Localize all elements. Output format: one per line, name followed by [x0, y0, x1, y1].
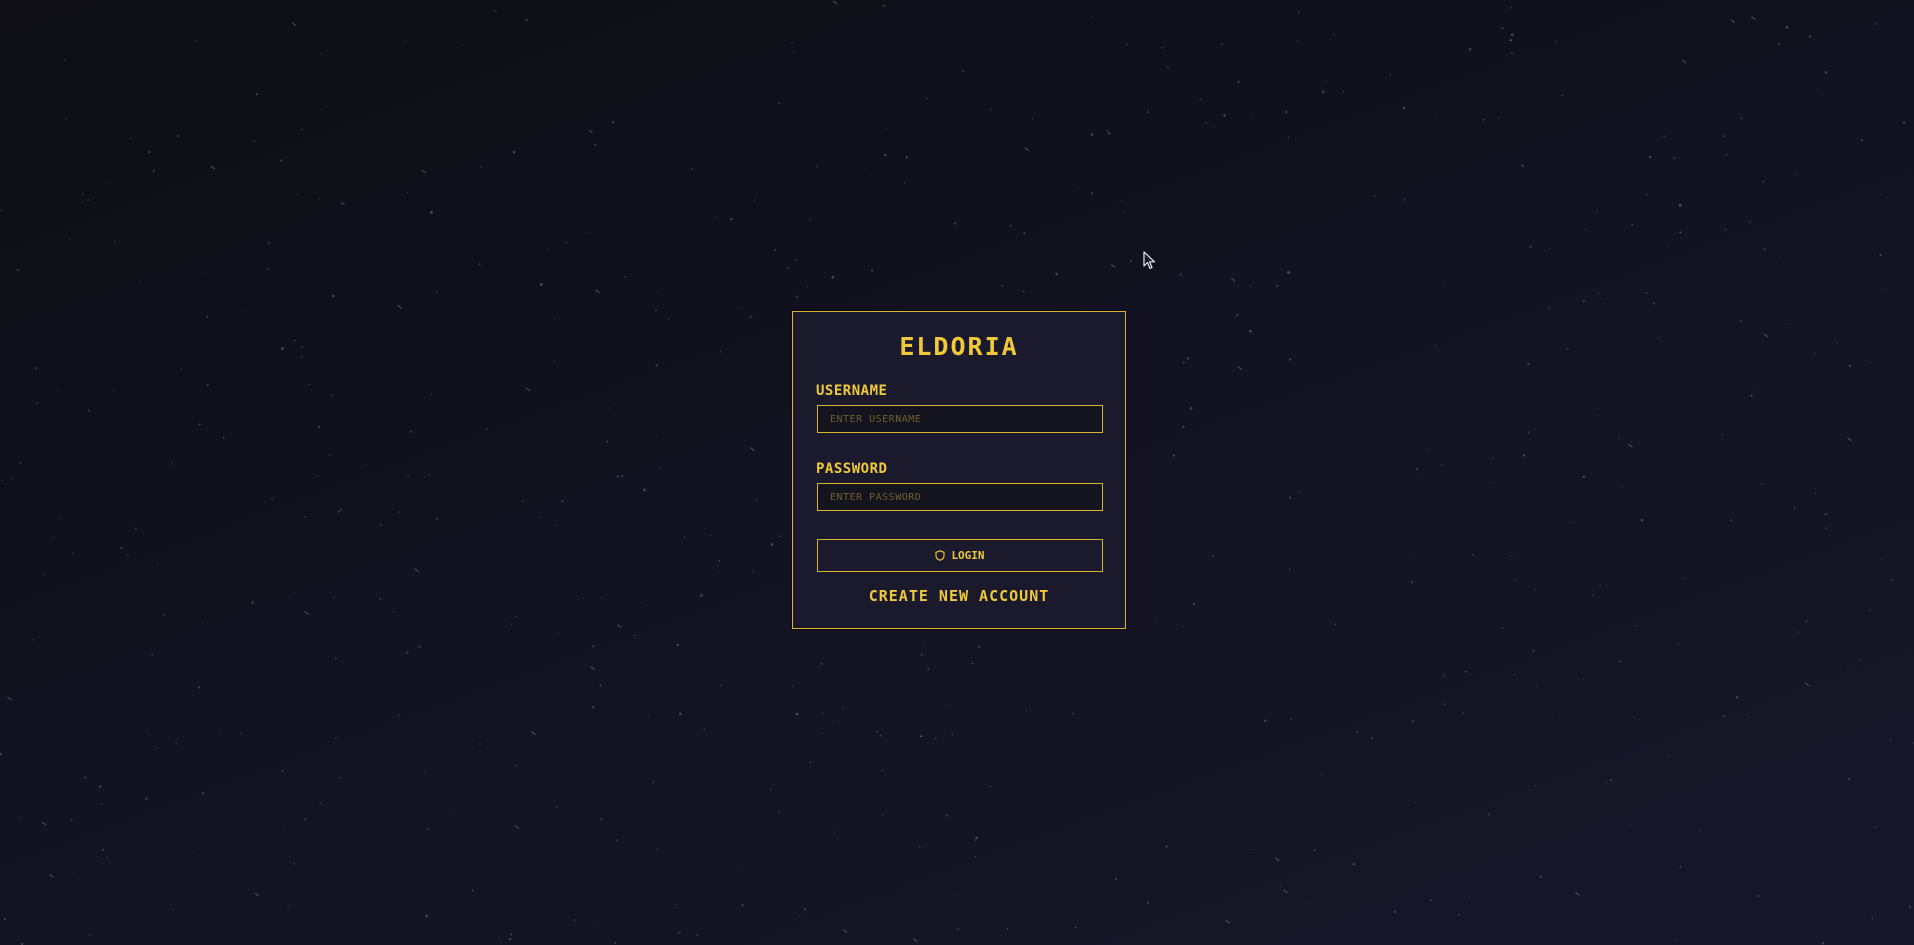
- username-label: USERNAME: [816, 383, 888, 399]
- mouse-cursor-icon: [1143, 251, 1156, 270]
- shield-icon: [935, 550, 945, 561]
- password-label: PASSWORD: [816, 461, 888, 477]
- create-account-link[interactable]: CREATE NEW ACCOUNT: [793, 587, 1125, 605]
- login-button[interactable]: LOGIN: [817, 539, 1103, 572]
- username-input[interactable]: [817, 405, 1103, 433]
- login-button-label: LOGIN: [951, 549, 985, 562]
- login-panel: ELDORIA USERNAME PASSWORD LOGIN CREATE N…: [792, 311, 1126, 629]
- game-title: ELDORIA: [899, 332, 1019, 361]
- password-input[interactable]: [817, 483, 1103, 511]
